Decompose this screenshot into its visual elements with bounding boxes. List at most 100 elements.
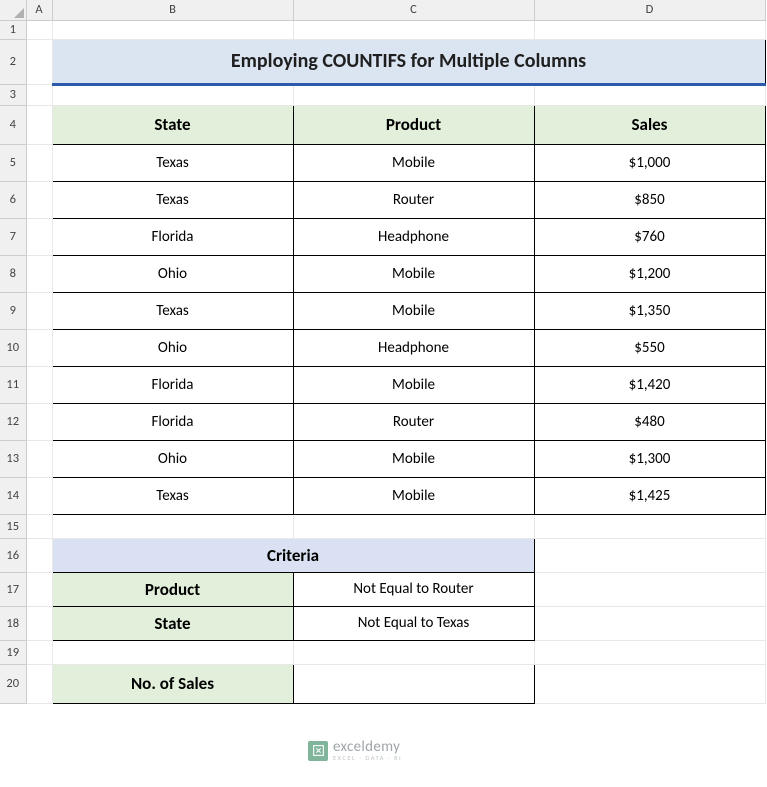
row-header-3[interactable]: 3 xyxy=(0,84,26,105)
cell-D1[interactable] xyxy=(534,20,765,39)
cell-C19[interactable] xyxy=(293,640,534,664)
criteria-value-product[interactable]: Not Equal to Router xyxy=(293,572,534,606)
cell-B15[interactable] xyxy=(52,514,293,538)
row-header-13[interactable]: 13 xyxy=(0,440,26,477)
row-header-4[interactable]: 4 xyxy=(0,105,26,144)
cell-state[interactable]: Texas xyxy=(52,144,293,181)
cell-B1[interactable] xyxy=(52,20,293,39)
cell-A19[interactable] xyxy=(26,640,52,664)
cell-A3[interactable] xyxy=(26,84,52,105)
row-header-8[interactable]: 8 xyxy=(0,255,26,292)
cell-product[interactable]: Router xyxy=(293,403,534,440)
row-header-14[interactable]: 14 xyxy=(0,477,26,514)
cell-state[interactable]: Texas xyxy=(52,477,293,514)
cell-state[interactable]: Florida xyxy=(52,403,293,440)
cell-state[interactable]: Ohio xyxy=(52,255,293,292)
cell-D19[interactable] xyxy=(534,640,765,664)
cell-product[interactable]: Router xyxy=(293,181,534,218)
row-header-17[interactable]: 17 xyxy=(0,572,26,606)
cell-product[interactable]: Mobile xyxy=(293,255,534,292)
cell-A9[interactable] xyxy=(26,292,52,329)
cell-D3[interactable] xyxy=(534,84,765,105)
criteria-label-state[interactable]: State xyxy=(52,606,293,640)
cell-sales[interactable]: $1,350 xyxy=(534,292,765,329)
cell-sales[interactable]: $760 xyxy=(534,218,765,255)
cell-sales[interactable]: $1,200 xyxy=(534,255,765,292)
cell-state[interactable]: Florida xyxy=(52,218,293,255)
cell-B19[interactable] xyxy=(52,640,293,664)
cell-A1[interactable] xyxy=(26,20,52,39)
cell-sales[interactable]: $850 xyxy=(534,181,765,218)
table-header-product[interactable]: Product xyxy=(293,105,534,144)
table-header-sales[interactable]: Sales xyxy=(534,105,765,144)
cell-D18[interactable] xyxy=(534,606,765,640)
cell-sales[interactable]: $1,425 xyxy=(534,477,765,514)
row-header-1[interactable]: 1 xyxy=(0,20,26,39)
cell-D15[interactable] xyxy=(534,514,765,538)
row-header-11[interactable]: 11 xyxy=(0,366,26,403)
cell-C1[interactable] xyxy=(293,20,534,39)
page-title[interactable]: Employing COUNTIFS for Multiple Columns xyxy=(52,39,765,84)
criteria-title[interactable]: Criteria xyxy=(52,538,534,572)
cell-A5[interactable] xyxy=(26,144,52,181)
cell-sales[interactable]: $550 xyxy=(534,329,765,366)
row-header-9[interactable]: 9 xyxy=(0,292,26,329)
cell-product[interactable]: Headphone xyxy=(293,218,534,255)
cell-A4[interactable] xyxy=(26,105,52,144)
col-header-D[interactable]: D xyxy=(534,0,765,20)
col-header-C[interactable]: C xyxy=(293,0,534,20)
cell-C15[interactable] xyxy=(293,514,534,538)
cell-product[interactable]: Mobile xyxy=(293,292,534,329)
cell-product[interactable]: Mobile xyxy=(293,477,534,514)
col-header-A[interactable]: A xyxy=(26,0,52,20)
cell-state[interactable]: Florida xyxy=(52,366,293,403)
cell-A12[interactable] xyxy=(26,403,52,440)
cell-C3[interactable] xyxy=(293,84,534,105)
row-header-7[interactable]: 7 xyxy=(0,218,26,255)
criteria-value-state[interactable]: Not Equal to Texas xyxy=(293,606,534,640)
cell-state[interactable]: Ohio xyxy=(52,440,293,477)
select-all-corner[interactable] xyxy=(0,0,26,20)
cell-A11[interactable] xyxy=(26,366,52,403)
cell-sales[interactable]: $1,300 xyxy=(534,440,765,477)
row-header-6[interactable]: 6 xyxy=(0,181,26,218)
row-header-12[interactable]: 12 xyxy=(0,403,26,440)
cell-A20[interactable] xyxy=(26,664,52,703)
col-header-B[interactable]: B xyxy=(52,0,293,20)
criteria-label-product[interactable]: Product xyxy=(52,572,293,606)
cell-A10[interactable] xyxy=(26,329,52,366)
cell-A18[interactable] xyxy=(26,606,52,640)
cell-sales[interactable]: $1,420 xyxy=(534,366,765,403)
cell-A13[interactable] xyxy=(26,440,52,477)
row-header-5[interactable]: 5 xyxy=(0,144,26,181)
cell-state[interactable]: Texas xyxy=(52,181,293,218)
row-header-19[interactable]: 19 xyxy=(0,640,26,664)
cell-sales[interactable]: $1,000 xyxy=(534,144,765,181)
result-label[interactable]: No. of Sales xyxy=(52,664,293,703)
row-header-15[interactable]: 15 xyxy=(0,514,26,538)
cell-A17[interactable] xyxy=(26,572,52,606)
row-header-18[interactable]: 18 xyxy=(0,606,26,640)
table-header-state[interactable]: State xyxy=(52,105,293,144)
cell-D20[interactable] xyxy=(534,664,765,703)
cell-sales[interactable]: $480 xyxy=(534,403,765,440)
cell-D16[interactable] xyxy=(534,538,765,572)
cell-state[interactable]: Texas xyxy=(52,292,293,329)
cell-A16[interactable] xyxy=(26,538,52,572)
row-header-10[interactable]: 10 xyxy=(0,329,26,366)
cell-A6[interactable] xyxy=(26,181,52,218)
cell-D17[interactable] xyxy=(534,572,765,606)
cell-product[interactable]: Mobile xyxy=(293,440,534,477)
cell-product[interactable]: Headphone xyxy=(293,329,534,366)
result-value[interactable] xyxy=(293,664,534,703)
cell-A15[interactable] xyxy=(26,514,52,538)
row-header-20[interactable]: 20 xyxy=(0,664,26,703)
spreadsheet-grid[interactable]: A B C D 1 2 Employing COUNTIFS for Multi… xyxy=(0,0,766,704)
cell-A7[interactable] xyxy=(26,218,52,255)
cell-A14[interactable] xyxy=(26,477,52,514)
cell-product[interactable]: Mobile xyxy=(293,366,534,403)
row-header-16[interactable]: 16 xyxy=(0,538,26,572)
row-header-2[interactable]: 2 xyxy=(0,39,26,84)
cell-state[interactable]: Ohio xyxy=(52,329,293,366)
cell-A8[interactable] xyxy=(26,255,52,292)
